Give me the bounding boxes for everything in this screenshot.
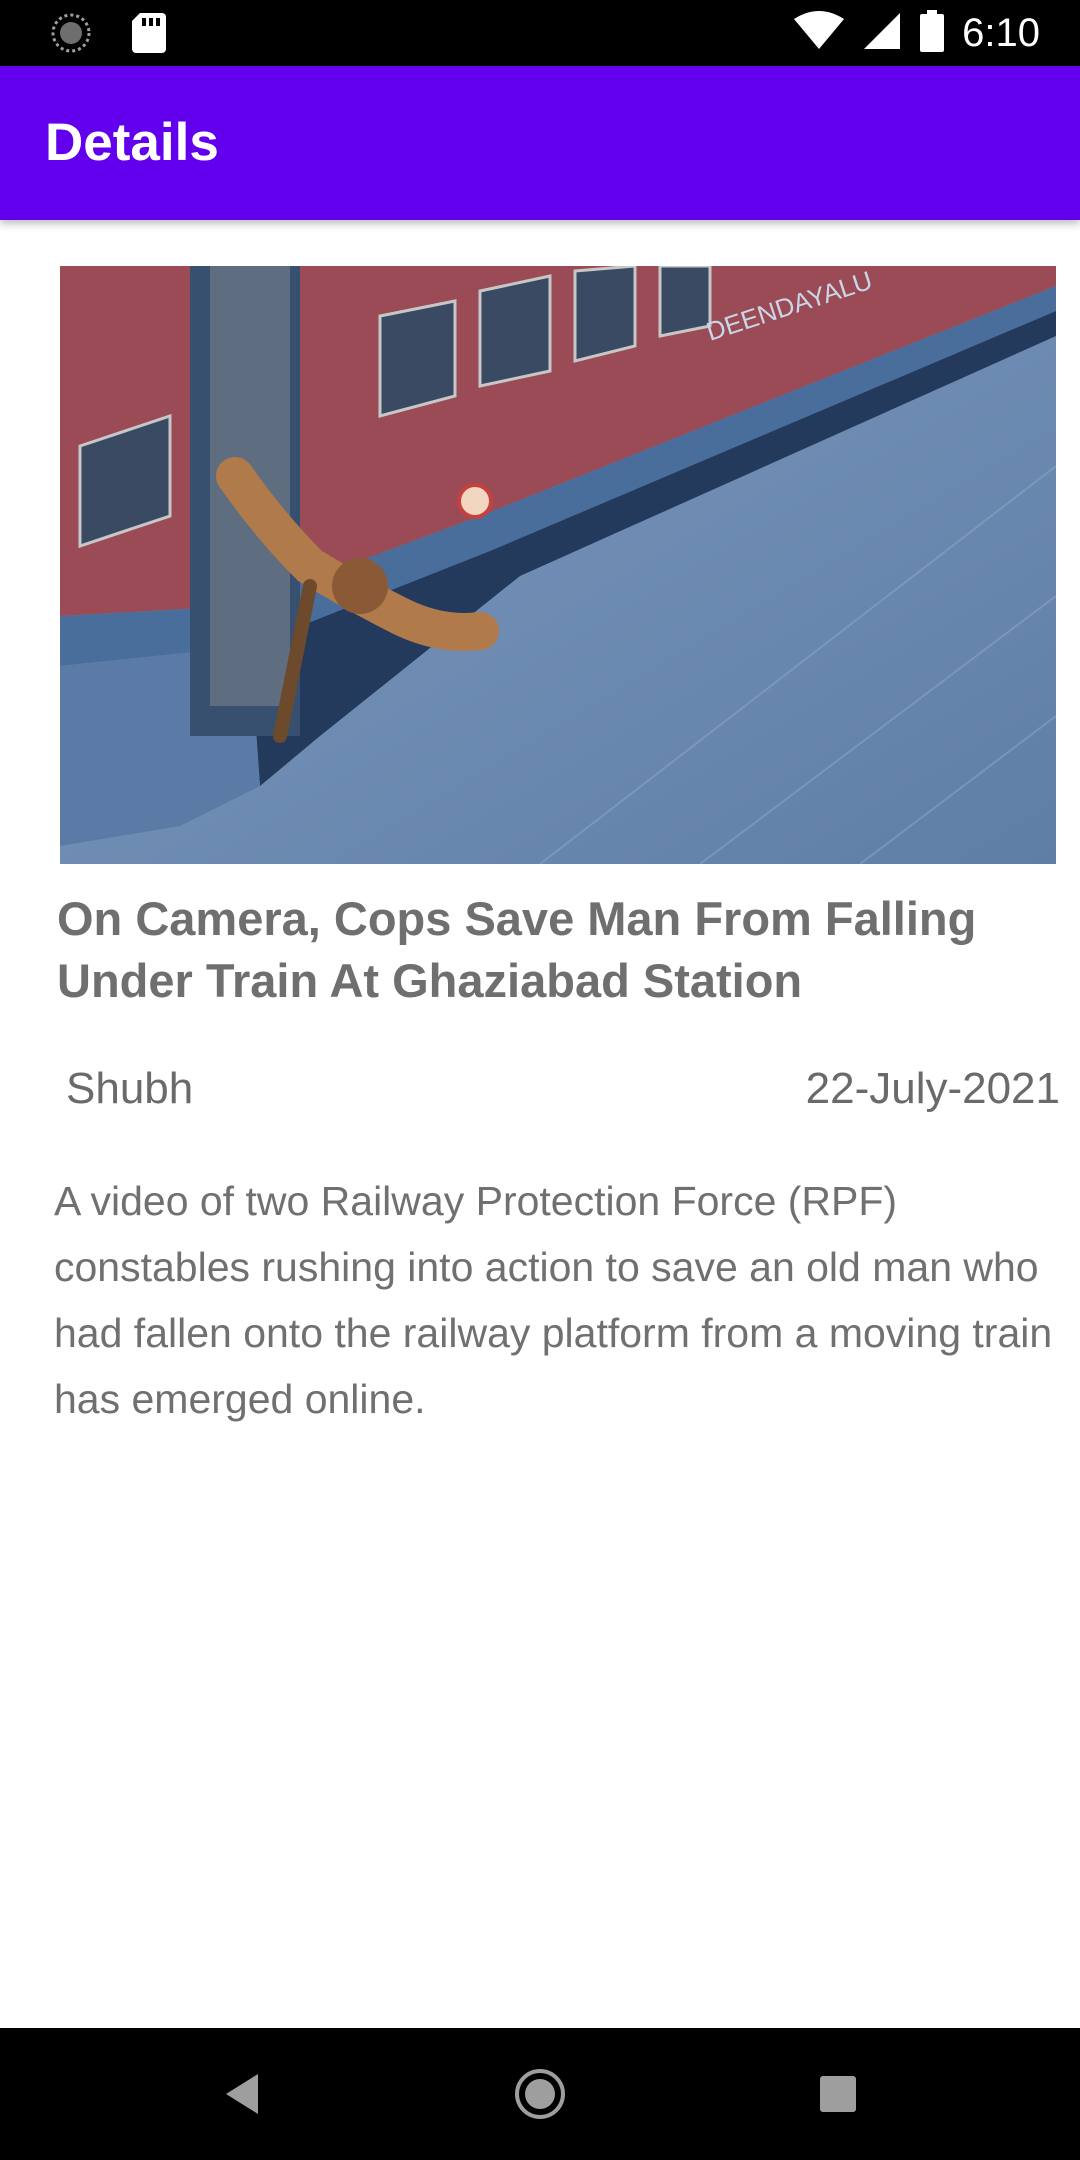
article-image: DEENDAYALU <box>60 266 1056 864</box>
cell-signal-icon <box>862 11 902 56</box>
status-bar: 6:10 <box>0 0 1080 66</box>
wifi-icon <box>794 10 845 56</box>
article-meta: Shubh 22-July-2021 <box>66 1064 1060 1114</box>
navigation-bar <box>0 2028 1080 2160</box>
home-icon[interactable] <box>508 2062 572 2126</box>
article-author: Shubh <box>66 1064 194 1113</box>
page-title: Details <box>45 113 219 172</box>
article-date: 22-July-2021 <box>805 1064 1060 1113</box>
recents-icon[interactable] <box>806 2062 870 2126</box>
status-time: 6:10 <box>962 11 1040 55</box>
sd-card-icon <box>132 13 166 58</box>
details-screen: 6:10 Details DEENDAYALU On Camera, Cops … <box>0 0 1080 2160</box>
article-headline: On Camera, Cops Save Man From Falling Un… <box>57 892 977 1007</box>
loading-icon <box>50 12 92 59</box>
back-icon[interactable] <box>210 2062 274 2126</box>
battery-icon <box>920 9 945 57</box>
app-bar: Details <box>0 66 1080 220</box>
article-body: A video of two Railway Protection Force … <box>54 1178 1053 1422</box>
